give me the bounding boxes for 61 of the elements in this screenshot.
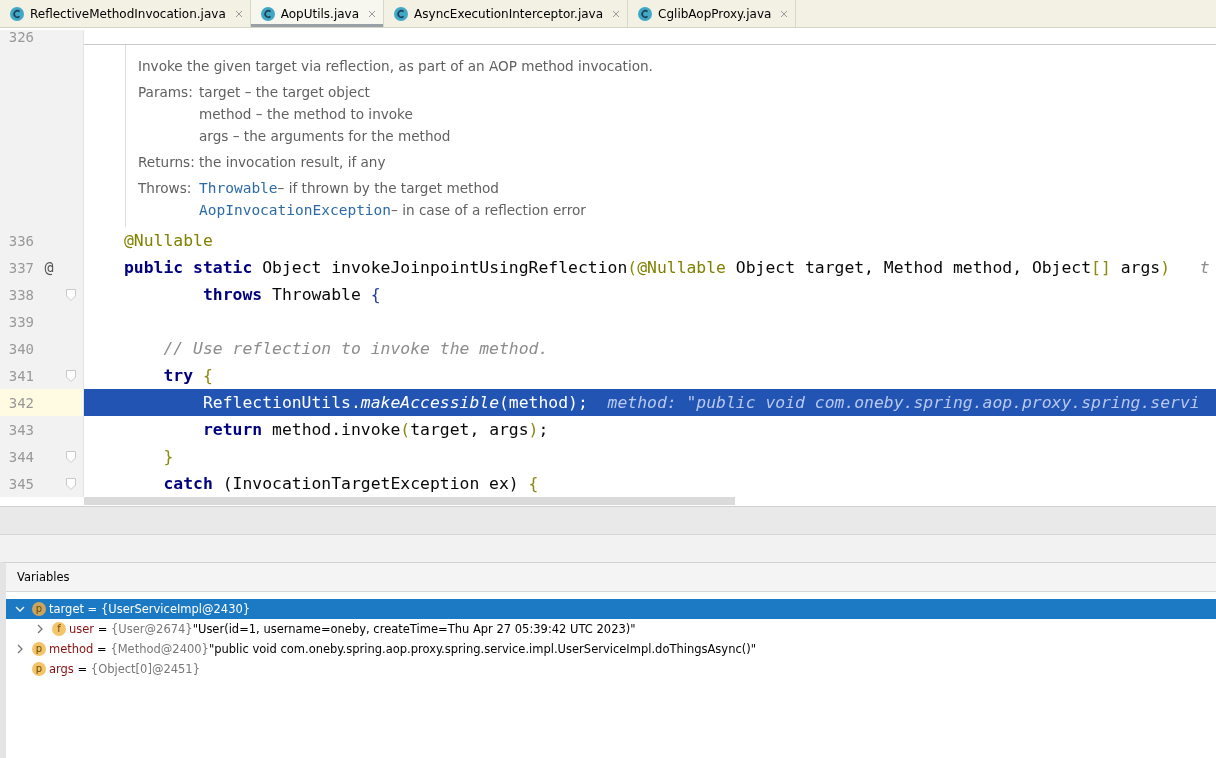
class-icon: [9, 5, 25, 22]
fold-icon[interactable]: [66, 369, 76, 382]
variable-badge: p: [32, 642, 46, 656]
code-line: try {: [162, 365, 214, 387]
code-line: return method.invoke(target, args);: [201, 419, 550, 441]
line-number: 337: [7, 259, 34, 276]
doc-param: method – the method to invoke: [199, 105, 414, 124]
close-icon[interactable]: [234, 9, 243, 18]
code-line: // Use reflection to invoke the method.: [162, 338, 550, 360]
override-marker[interactable]: @: [44, 258, 54, 277]
line-number: 326: [7, 30, 34, 45]
file-tab[interactable]: AsyncExecutionInterceptor.java: [384, 0, 629, 27]
variable-row[interactable]: p method = {Method@2400}"public void com.oneby.spring.aop.proxy.spring.service.impl.UserServiceImpl.doThingsAsync()": [6, 639, 1216, 659]
fold-icon[interactable]: [66, 450, 76, 463]
doc-returns: the invocation result, if any: [199, 153, 386, 172]
line-number: 342: [7, 394, 34, 411]
class-icon: [259, 5, 276, 22]
doc-label: Throws:: [138, 179, 193, 198]
variable-badge: f: [52, 622, 66, 636]
close-icon[interactable]: [780, 9, 789, 18]
code-line: throws Throwable {: [201, 284, 382, 306]
code-line: @Nullable: [123, 230, 214, 252]
panel-title: Variables: [17, 570, 70, 584]
chevron-icon[interactable]: [35, 624, 45, 634]
doc-summary: Invoke the given target via reflection, as part of an AOP method invocation.: [138, 57, 654, 76]
variable-row[interactable]: p target = {UserServiceImpl@2430}: [6, 599, 1216, 619]
class-icon: [393, 5, 410, 22]
scrollbar[interactable]: [84, 497, 735, 505]
fold-icon[interactable]: [66, 477, 76, 490]
class-icon: [637, 5, 654, 22]
close-icon[interactable]: [368, 9, 377, 18]
file-tab[interactable]: ReflectiveMethodInvocation.java: [0, 0, 251, 27]
line-number: 338: [7, 286, 34, 303]
code-line: catch (InvocationTargetException ex) {: [162, 473, 540, 495]
variable-row[interactable]: p args = {Object[0]@2451}: [6, 659, 1216, 679]
file-tab[interactable]: CglibAopProxy.java: [628, 0, 797, 27]
line-number: 344: [7, 448, 34, 465]
chevron-icon[interactable]: [15, 644, 25, 654]
variable-badge: p: [32, 662, 46, 676]
code-line: public static Object invokeJoinpointUsingReflection(@Nullable Object target, Method method, Object[] args) t: [123, 257, 1211, 279]
doc-label: Returns:: [138, 153, 196, 172]
line-number: 345: [7, 475, 34, 492]
doc-param: target – the target object: [199, 83, 371, 102]
line-number: 343: [7, 421, 34, 438]
variable-badge: p: [32, 602, 46, 616]
line-number: 340: [7, 340, 34, 357]
line-number: 339: [7, 313, 34, 330]
doc-label: Params:: [138, 83, 194, 102]
doc-throws: – if thrown by the target method: [277, 179, 499, 198]
close-icon[interactable]: [612, 9, 621, 18]
line-number: 336: [7, 232, 34, 249]
exception-link[interactable]: AopInvocationException: [199, 199, 392, 221]
code-line: }: [162, 446, 175, 468]
file-tab[interactable]: AopUtils.java: [250, 0, 385, 27]
doc-throws: – in case of a reflection error: [391, 201, 586, 220]
chevron-icon[interactable]: [15, 604, 25, 614]
fold-icon[interactable]: [66, 288, 76, 301]
line-number: 341: [7, 367, 34, 384]
exception-link[interactable]: Throwable: [199, 177, 278, 199]
doc-param: args – the arguments for the method: [199, 127, 451, 146]
variable-row[interactable]: f user = {User@2674}"User(id=1, username=oneby, createTime=Thu Apr 27 05:39:42 UTC 2023)": [6, 619, 1216, 639]
